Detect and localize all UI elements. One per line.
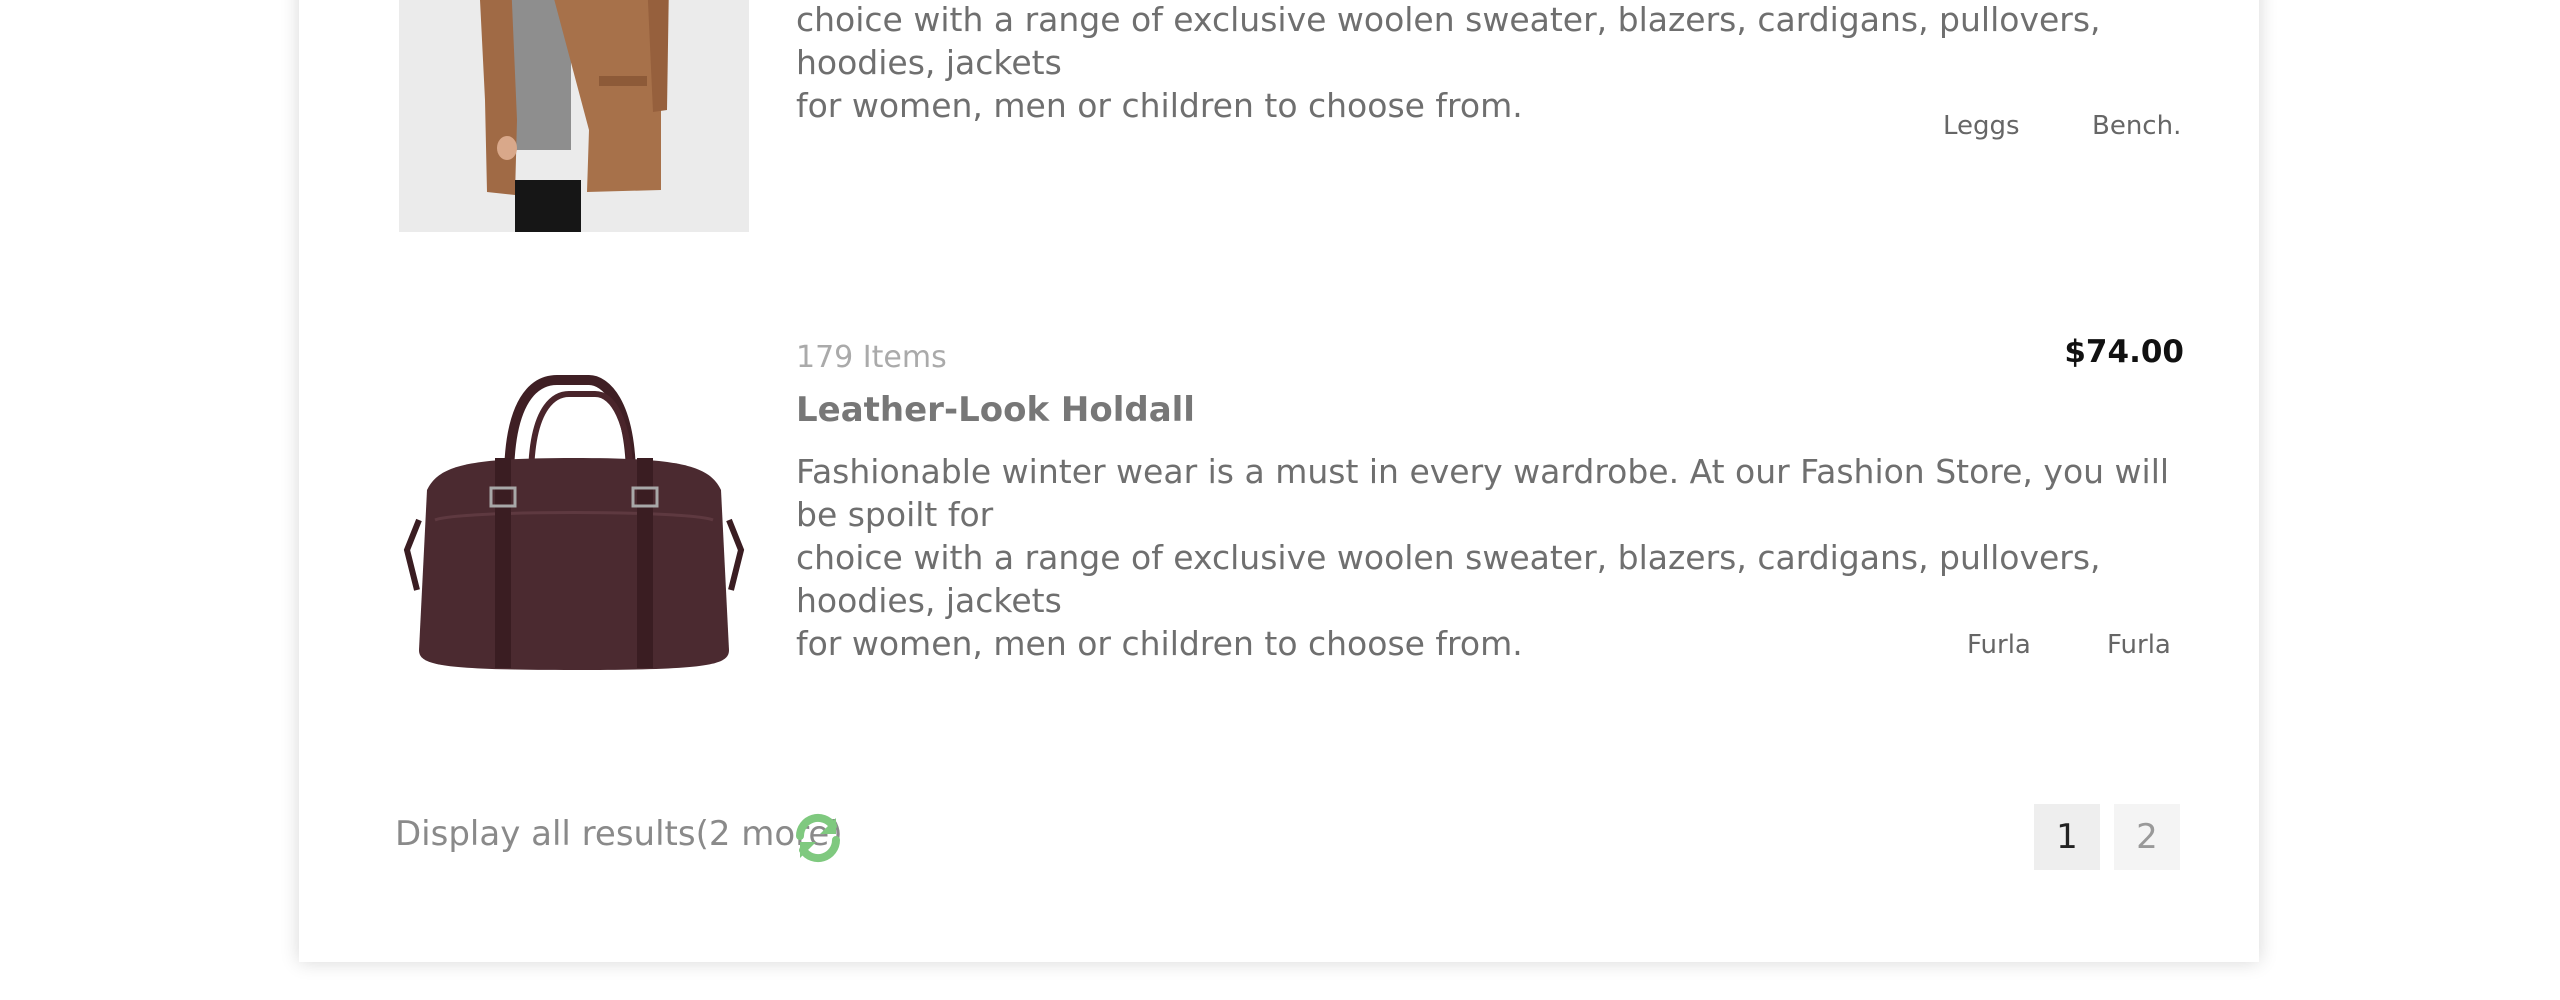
product-list-panel: choice with a range of exclusive woolen … [299, 0, 2259, 962]
items-count: 179 Items [796, 340, 947, 375]
brand-link[interactable]: Furla [1967, 630, 2031, 660]
brand-link[interactable]: Bench. [2092, 111, 2181, 141]
coat-image [399, 0, 749, 232]
product-price: $74.00 [2064, 334, 2184, 370]
holdall-bag-image [403, 375, 745, 670]
page-button-2[interactable]: 2 [2114, 804, 2180, 870]
product-card: choice with a range of exclusive woolen … [299, 0, 2259, 250]
brand-link[interactable]: Furla [2107, 630, 2171, 660]
product-title[interactable]: Leather-Look Holdall [796, 390, 1195, 430]
product-description: choice with a range of exclusive woolen … [796, 0, 2101, 125]
page-button-1[interactable]: 1 [2034, 804, 2100, 870]
product-image[interactable] [399, 360, 749, 690]
product-image[interactable] [399, 0, 749, 232]
brand-link[interactable]: Leggs [1943, 111, 2020, 141]
display-all-results-link[interactable]: Display all results(2 more) [395, 814, 843, 854]
refresh-icon[interactable] [790, 810, 846, 866]
product-card: 179 Items $74.00 Leather-Look Holdall Fa… [299, 330, 2259, 730]
